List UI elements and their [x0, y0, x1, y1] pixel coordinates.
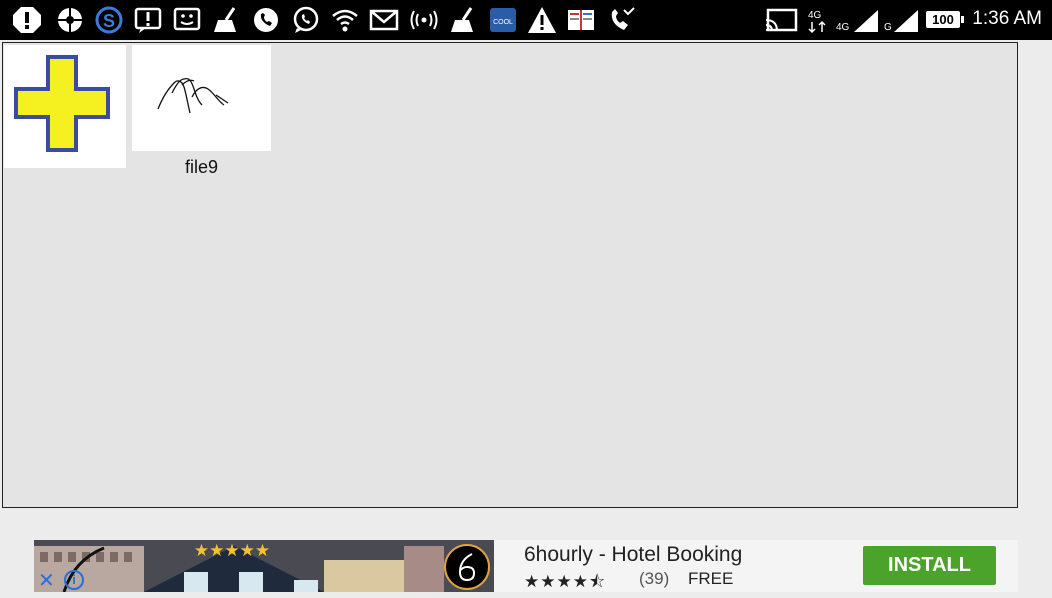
warning-icon	[527, 6, 557, 34]
plus-icon	[14, 55, 110, 152]
camera-shutter-icon	[55, 6, 85, 34]
ad-banner[interactable]: ★★★★★ ✕ i 6hourly - Hotel Booking ★★★★⯪ …	[34, 540, 1018, 592]
status-bar: S COOL 4G 4G G 100 1:36 AM	[0, 0, 1052, 40]
ad-close-button[interactable]: ✕	[38, 568, 55, 593]
phone-icon	[251, 6, 281, 34]
network-label-3: G	[884, 22, 892, 33]
battery-indicator: 100	[926, 11, 964, 28]
signal-4g-icon: 4G	[836, 6, 880, 34]
file-thumbnail[interactable]	[132, 45, 271, 151]
mail-icon	[369, 6, 399, 34]
new-drawing-button[interactable]	[4, 45, 126, 168]
signal-g-icon: G	[884, 6, 920, 34]
cast-icon	[764, 6, 798, 34]
price-label: FREE	[688, 569, 734, 588]
cleaner-icon-2	[449, 6, 479, 34]
hotspot-icon	[409, 6, 439, 34]
rating-stars: ★★★★⯪	[524, 572, 607, 591]
rating-count: (39)	[639, 569, 670, 588]
alert-icon	[12, 6, 42, 34]
wifi-icon	[330, 6, 360, 34]
network-label-1: 4G	[808, 10, 822, 21]
scribble-drawing-icon	[157, 77, 229, 114]
book-icon	[566, 6, 596, 34]
network-label-2: 4G	[836, 22, 850, 33]
missed-call-icon	[606, 6, 636, 34]
ad-image-stars: ★★★★★	[194, 541, 270, 561]
svg-text:S: S	[103, 11, 115, 31]
data-4g-icon: 4G	[806, 6, 832, 34]
clock: 1:36 AM	[972, 8, 1042, 29]
ad-image[interactable]: ★★★★★	[34, 540, 494, 592]
message-alert-icon	[133, 6, 163, 34]
svg-text:COOL: COOL	[493, 19, 513, 26]
whatsapp-icon	[291, 6, 321, 34]
file-browser-panel[interactable]: file9	[2, 42, 1018, 508]
app-logo-icon	[444, 544, 490, 590]
install-button[interactable]: INSTALL	[863, 546, 996, 585]
cleaner-icon	[212, 6, 242, 34]
s-app-icon: S	[94, 6, 124, 34]
ad-info-button[interactable]: i	[64, 570, 84, 590]
ad-title[interactable]: 6hourly - Hotel Booking	[524, 543, 742, 567]
file-name-label: file9	[184, 157, 219, 177]
app-badge-icon: COOL	[488, 6, 518, 34]
face-icon	[172, 6, 202, 34]
